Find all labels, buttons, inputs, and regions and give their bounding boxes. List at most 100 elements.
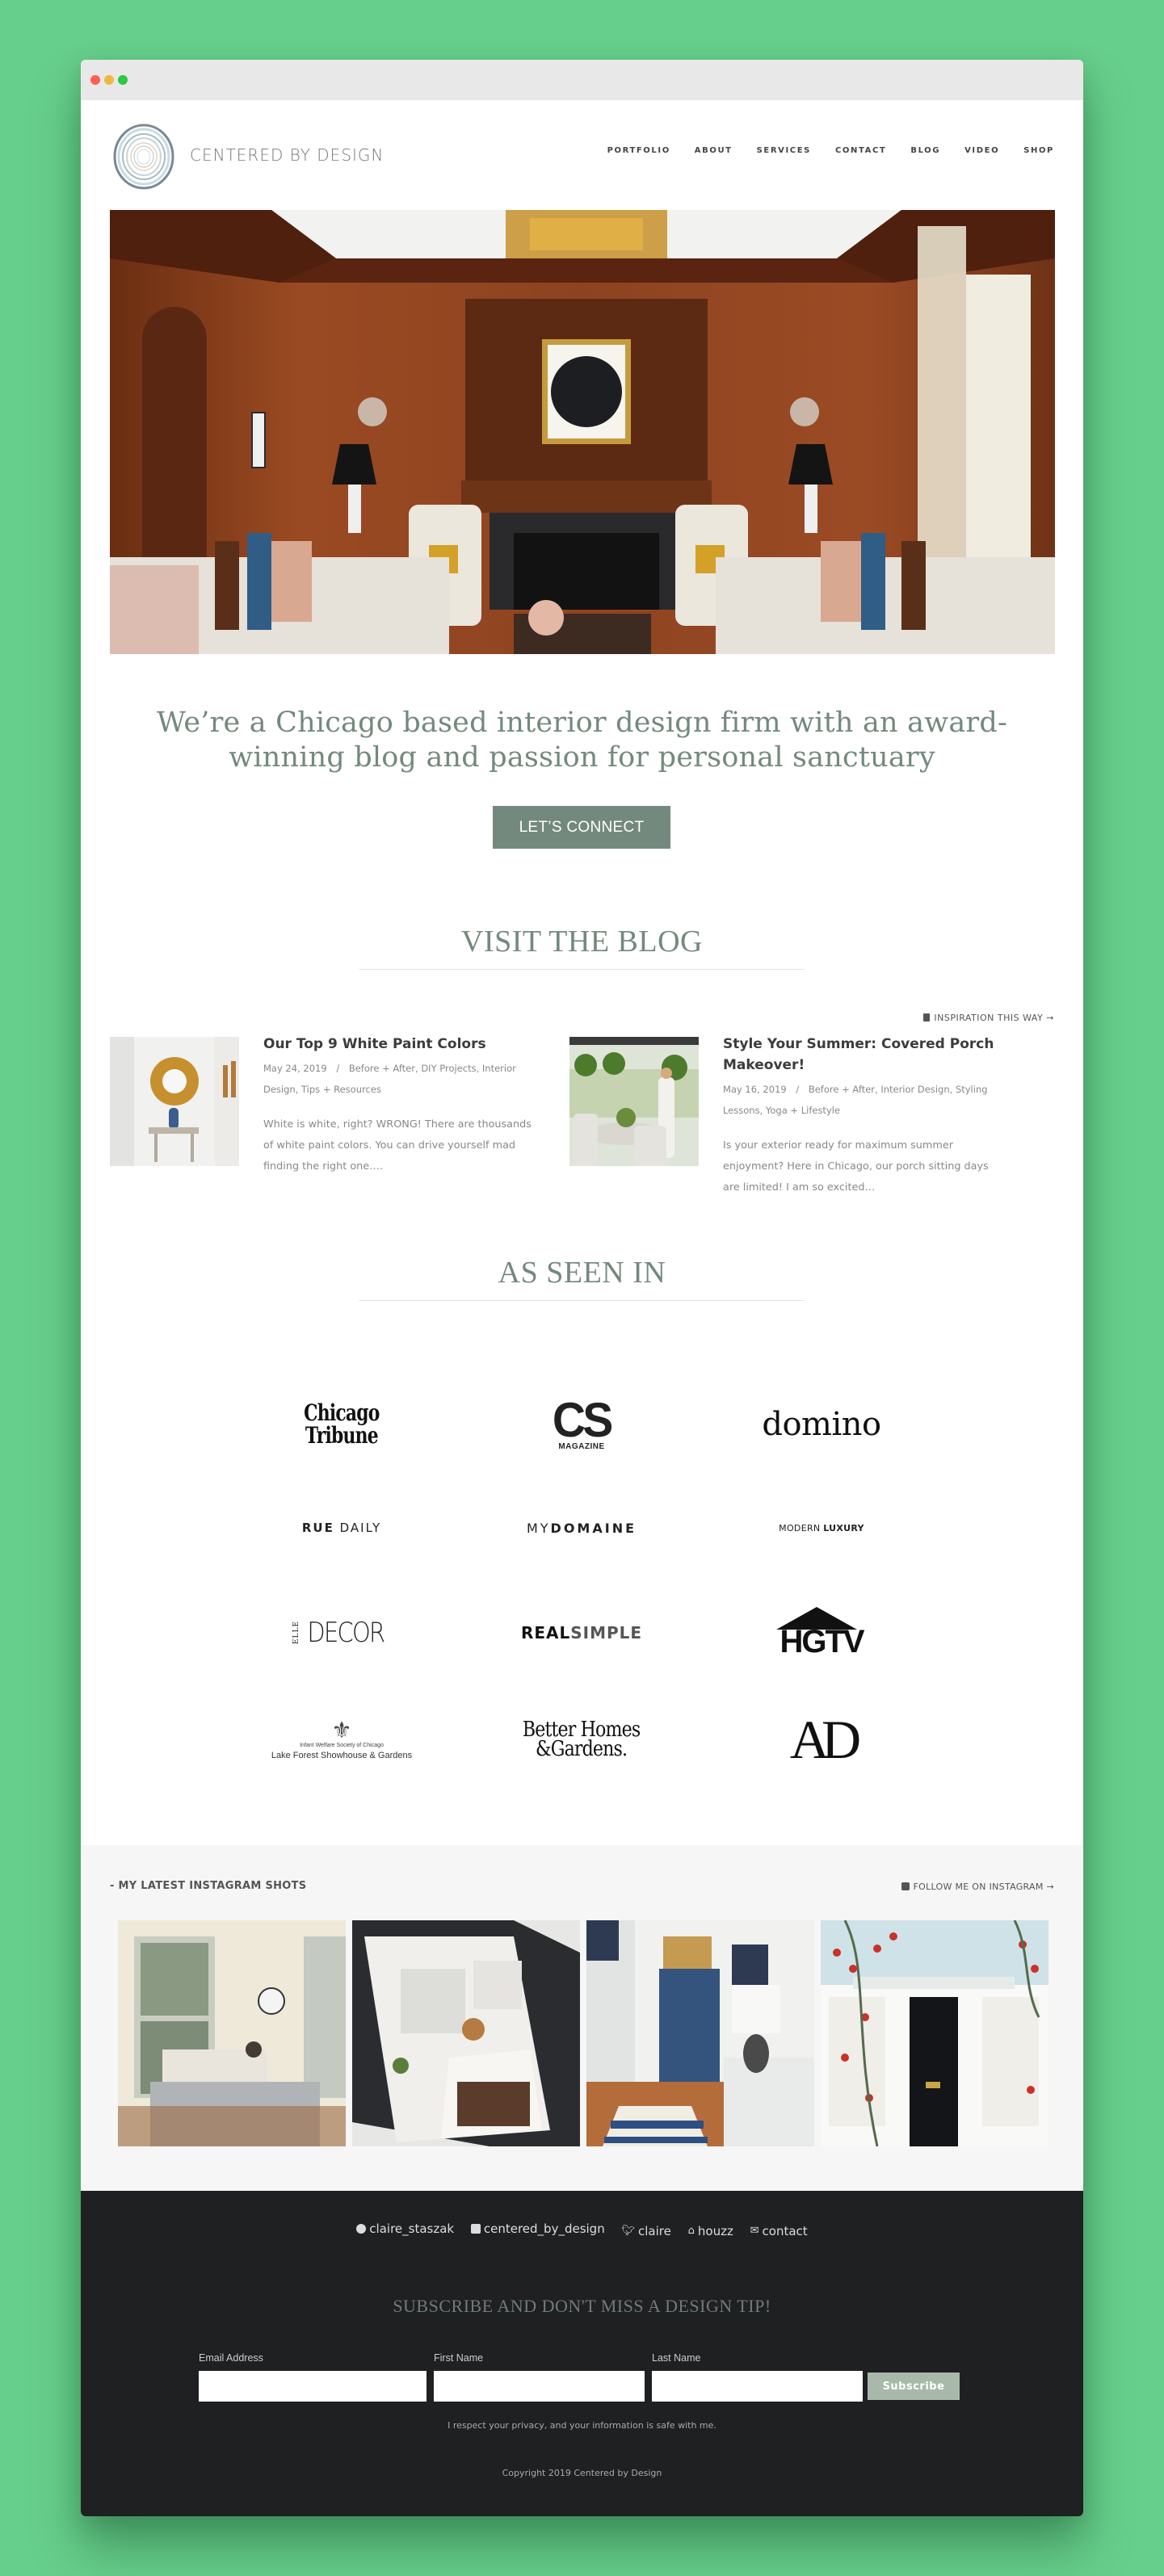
excerpt-line: finding the right one…. [263,1160,384,1173]
subscribe-heading: SUBSCRIBE AND DON'T MISS A DESIGN TIP! [393,2296,771,2316]
browser-window: CENTERED BY DESIGN PORTFOLIO ABOUT SERVI… [81,60,1083,2516]
post-categories-cont[interactable]: Lessons, Yoga + Lifestyle [723,1105,840,1116]
logo-text: DAILY [339,1521,382,1535]
first-name-label: First Name [434,2352,484,2364]
last-name-label: Last Name [652,2352,701,2364]
sunroom-daybed-image [118,1920,346,2146]
instagram-shot[interactable] [352,1920,580,2146]
social-link-houzz[interactable]: ⌂ houzz [688,2224,733,2238]
press-logo-elle-decor: ELLE DECOR [245,1592,439,1673]
logo-text: RUE [301,1521,334,1535]
nav-video[interactable]: VIDEO [964,146,999,155]
concentric-rings-logo-icon[interactable] [111,123,176,191]
blue-armoire-bedroom-image [586,1920,814,2146]
logo-text: domino [762,1406,881,1443]
post-categories[interactable]: Before + After, DIY Projects, Interior [349,1063,516,1074]
nav-blog[interactable]: BLOG [910,146,940,155]
social-label: claire [638,2223,671,2238]
tagline-line-1: We’re a Chicago based interior design fi… [157,707,1007,739]
social-label: houzz [697,2223,733,2238]
excerpt-line: are limited! I am so excited… [723,1181,876,1194]
post-excerpt: White is white, right? WRONG! There are … [263,1114,570,1177]
pinterest-icon [356,2224,367,2234]
social-link-pinterest[interactable]: claire_staszak [356,2221,454,2236]
instagram-icon [470,2224,481,2234]
post-meta: May 24, 2019 / Before + After, DIY Proje… [263,1058,554,1100]
instagram-section: - MY LATEST INSTAGRAM SHOTS FOLLOW ME ON… [81,1845,1083,2191]
social-link-twitter[interactable]: 🐦︎ claire [622,2224,671,2238]
close-window-button[interactable] [90,75,100,85]
logo-text: SIMPLE [570,1623,643,1643]
post-title[interactable]: Our Top 9 White Paint Colors [263,1034,586,1055]
nav-portfolio[interactable]: PORTFOLIO [607,146,670,155]
white-hallway-mirror-image [110,1037,239,1166]
site-header: CENTERED BY DESIGN PORTFOLIO ABOUT SERVI… [81,100,1083,210]
copyright: Copyright 2019 Centered by Design [502,2468,662,2478]
press-logo-modern-luxury: MODERN LUXURY [725,1487,918,1568]
post-title-line: Makeover! [723,1057,805,1073]
mail-icon: ✉ [750,2225,759,2237]
instagram-icon [901,1882,910,1890]
post-excerpt: Is your exterior ready for maximum summe… [723,1135,1030,1198]
social-link-instagram[interactable]: centered_by_design [470,2221,605,2236]
lets-connect-button[interactable]: LET’S CONNECT [493,806,670,849]
instagram-heading: - MY LATEST INSTAGRAM SHOTS [110,1880,307,1892]
press-logo-hgtv: HGTV [725,1592,918,1673]
logo-text: Tribune [305,1422,379,1449]
nav-services[interactable]: SERVICES [757,146,811,155]
post-categories[interactable]: Before + After, Interior Design, Styling [809,1084,988,1095]
follow-instagram-link[interactable]: FOLLOW ME ON INSTAGRAM → [901,1882,1054,1892]
inspiration-link[interactable]: INSPIRATION THIS WAY → [923,1013,1054,1023]
logo-text: HGTV [780,1624,864,1659]
post-thumbnail[interactable] [569,1037,699,1166]
press-divider [359,1300,805,1301]
meta-separator: / [796,1084,800,1095]
social-links: claire_staszak centered_by_design 🐦︎ clai… [81,2221,1083,2238]
press-logo-cs-magazine: CS MAGAZINE [485,1384,679,1465]
press-logo-better-homes-gardens: Better Homes &Gardens. [485,1699,679,1780]
press-logo-lake-forest-showhouse: ⚜ Infant Welfare Society of Chicago Lake… [245,1699,439,1780]
press-heading: AS SEEN IN [498,1256,666,1290]
blog-divider [359,969,805,970]
maximize-window-button[interactable] [118,75,128,85]
post-categories-cont[interactable]: Design, Tips + Resources [263,1084,381,1095]
social-link-contact[interactable]: ✉ contact [750,2224,808,2238]
follow-instagram-label: FOLLOW ME ON INSTAGRAM → [913,1882,1054,1892]
logo-text: LUXURY [823,1522,864,1533]
post-thumbnail[interactable] [110,1037,239,1166]
covered-porch-image [569,1037,699,1166]
site-footer: claire_staszak centered_by_design 🐦︎ clai… [81,2191,1083,2516]
intro-tagline: We’re a Chicago based interior design fi… [81,706,1083,775]
nav-about[interactable]: ABOUT [695,146,733,155]
subscribe-button[interactable]: Subscribe [868,2373,960,2400]
logo-text: &Gardens. [536,1737,628,1761]
excerpt-line: enjoyment? Here in Chicago, our porch si… [723,1160,989,1173]
instagram-shot[interactable] [586,1920,814,2146]
logo-text: CS [553,1392,613,1447]
last-name-field[interactable] [652,2371,863,2402]
nav-contact[interactable]: CONTACT [835,146,886,155]
brand-name[interactable]: CENTERED BY DESIGN [190,145,384,165]
twitter-icon: 🐦︎ [621,2225,636,2237]
minimize-window-button[interactable] [104,75,114,85]
nav-shop[interactable]: SHOP [1023,146,1054,155]
instagram-grid [118,1920,1048,2146]
inspiration-link-label: INSPIRATION THIS WAY → [934,1013,1054,1023]
fleur-de-lis-icon: ⚜ [331,1718,352,1743]
post-title[interactable]: Style Your Summer: Covered Porch Makeove… [723,1034,1046,1076]
hero-room-illustration [110,210,1055,654]
kitchen-on-phone-image [352,1920,580,2146]
meta-separator: / [336,1063,340,1074]
instagram-shot[interactable] [821,1920,1048,2146]
social-label: claire_staszak [369,2221,455,2236]
excerpt-line: Is your exterior ready for maximum summe… [723,1139,953,1152]
post-meta: May 16, 2019 / Before + After, Interior … [723,1079,1014,1121]
logo-text: Lake Forest Showhouse & Gardens [271,1751,413,1760]
press-logo-real-simple: REALSIMPLE [485,1592,679,1673]
email-field[interactable] [199,2371,427,2402]
press-logo-mydomaine: MYDOMAINE [485,1487,679,1568]
logo-text: MY [526,1520,551,1536]
instagram-shot[interactable] [118,1920,346,2146]
first-name-field[interactable] [434,2371,645,2402]
black-door-roses-image [821,1920,1048,2146]
